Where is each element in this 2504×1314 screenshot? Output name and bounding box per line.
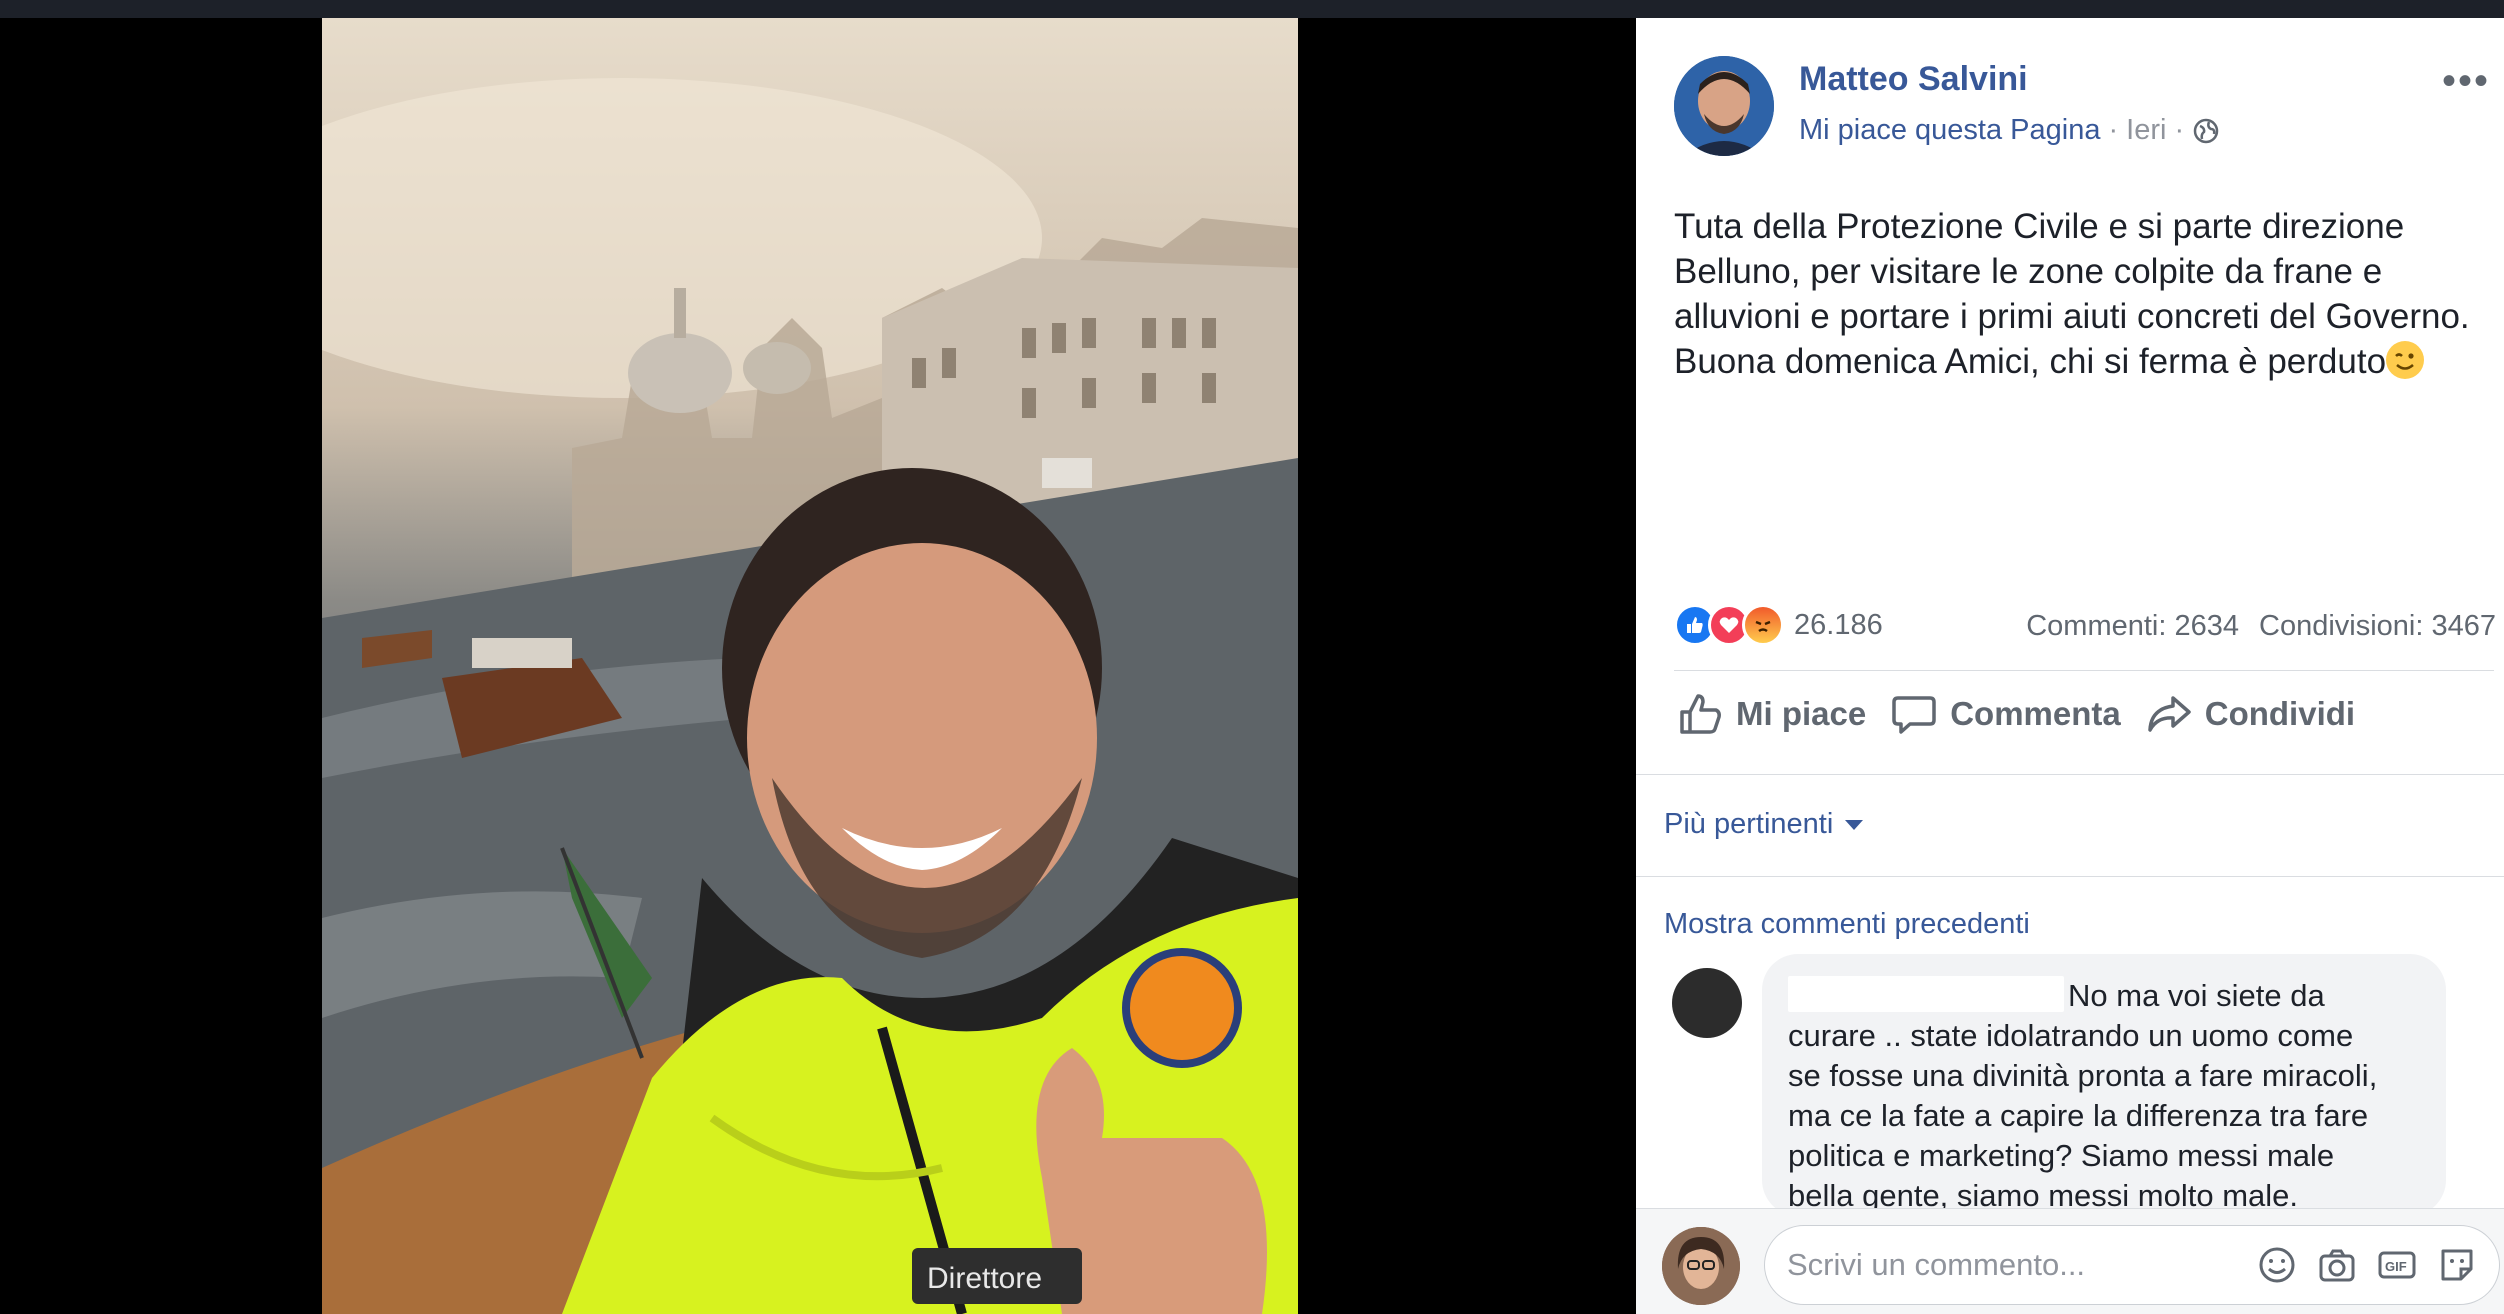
reactions-count[interactable]: 26.186 (1794, 609, 1883, 642)
show-previous-comments-link[interactable]: Mostra commenti precedenti (1664, 908, 2030, 941)
meta-separator: · (2174, 114, 2185, 146)
like-page-link[interactable]: Mi piace questa Pagina (1799, 114, 2100, 147)
comment-bubble: No ma voi siete da curare .. state idola… (1762, 954, 2446, 1216)
redacted-commenter-name (1788, 976, 2064, 1012)
sticker-icon[interactable] (2437, 1245, 2477, 1285)
sort-label: Più pertinenti (1664, 808, 1834, 840)
post-meta: Mi piace questa Pagina · Ieri · (1799, 114, 2220, 147)
more-icon[interactable]: ••• (2442, 61, 2490, 101)
author-avatar[interactable] (1674, 56, 1774, 156)
comment-sort-dropdown[interactable]: Più pertinenti (1664, 808, 1864, 841)
divider (1636, 876, 2504, 877)
comment-line: se fosse una divinità pronta a fare mira… (1788, 1058, 2378, 1093)
comment-composer: Scrivi un commento... GIF (1636, 1208, 2504, 1314)
comment-line: curare .. state idolatrando un uomo come (1788, 1018, 2354, 1053)
svg-text:GIF: GIF (2385, 1259, 2407, 1274)
comments-count[interactable]: Commenti: 2634 (2026, 610, 2239, 643)
emoji-icon[interactable] (2257, 1245, 2297, 1285)
camera-icon[interactable] (2317, 1245, 2357, 1285)
commenter-avatar[interactable] (1672, 968, 1742, 1038)
caret-down-icon (1845, 819, 1864, 830)
comment-line: No ma voi siete da (1788, 976, 2420, 1016)
photo-illustration: Direttore (322, 78, 1298, 1314)
post-photo[interactable]: Direttore (322, 18, 1298, 1314)
post-sidebar: Matteo Salvini Mi piace questa Pagina · … (1636, 18, 2504, 1314)
reactions-summary[interactable]: 26.186 (1674, 604, 1883, 646)
post-text-line: alluvioni e portare i primi aiuti concre… (1674, 297, 2470, 336)
post-text: Tuta della Protezione Civile e si parte … (1674, 204, 2484, 384)
comment-button[interactable]: Commenta (1890, 690, 2121, 738)
post-stats: Commenti: 2634 Condivisioni: 3467 (2026, 610, 2496, 643)
comment-input-placeholder: Scrivi un commento... (1787, 1247, 2086, 1282)
current-user-avatar (1662, 1227, 1740, 1305)
comment-label: Commenta (1950, 695, 2121, 732)
comment-icon (1892, 696, 1936, 734)
comment-input[interactable]: Scrivi un commento... GIF (1764, 1225, 2500, 1305)
gif-icon[interactable]: GIF (2377, 1245, 2417, 1285)
comment-line: ma ce la fate a capire la differenza tra… (1788, 1098, 2369, 1133)
divider (1674, 670, 2494, 671)
like-icon (1680, 694, 1721, 734)
shares-count[interactable]: Condivisioni: 3467 (2259, 610, 2496, 643)
divider (1636, 774, 2504, 775)
like-label: Mi piace (1736, 695, 1867, 732)
comment-line: politica e marketing? Siamo messi male (1788, 1138, 2335, 1173)
globe-icon (2192, 117, 2220, 145)
photo-viewer: Direttore (0, 18, 1636, 1314)
like-button[interactable]: Mi piace (1676, 690, 1866, 738)
post-text-line: Belluno, per visitare le zone colpite da… (1674, 252, 2383, 291)
post-text-line: Tuta della Protezione Civile e si parte … (1674, 207, 2405, 246)
author-name[interactable]: Matteo Salvini (1799, 60, 2028, 99)
angry-reaction-icon (1742, 604, 1784, 646)
post-text-line: Buona domenica Amici, chi si ferma è per… (1674, 339, 2484, 384)
post-text-line-4: Buona domenica Amici, chi si ferma è per… (1674, 342, 2387, 381)
post-time[interactable]: Ieri (2126, 114, 2166, 147)
comment-line-1: No ma voi siete da (2068, 978, 2325, 1013)
wink-emoji-icon (2386, 341, 2425, 379)
meta-separator: · (2108, 114, 2119, 146)
top-bar (0, 0, 2504, 18)
share-icon (2148, 696, 2191, 732)
post-actions: Mi piace Commenta Condividi (1676, 690, 2355, 738)
share-label: Condividi (2204, 695, 2356, 732)
jacket-label: Direttore (927, 1262, 1042, 1295)
share-button[interactable]: Condividi (2145, 690, 2355, 738)
